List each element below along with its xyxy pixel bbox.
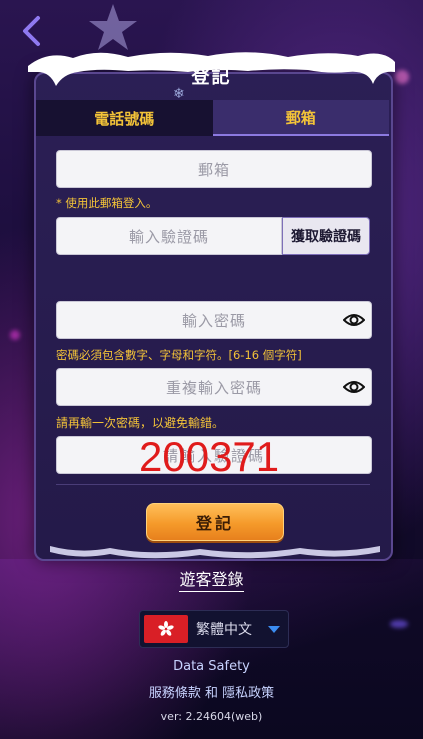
version-text: ver: 2.24604(web) bbox=[160, 710, 263, 723]
confirm-password-hint: 請再輸一次密碼，以避免輸錯。 bbox=[56, 416, 225, 430]
register-button[interactable]: 登記 bbox=[146, 503, 284, 541]
back-arrow-icon[interactable] bbox=[18, 14, 46, 48]
tab-phone[interactable]: 電話號碼 bbox=[36, 100, 213, 136]
email-input[interactable]: 郵箱 bbox=[56, 150, 372, 188]
page-title: 登記 bbox=[191, 67, 232, 88]
password-hint: 密碼必須包含數字、字母和字符。[6-16 個字符] bbox=[56, 348, 302, 362]
background-light bbox=[390, 620, 408, 628]
language-selector[interactable]: 繁體中文 bbox=[139, 610, 289, 648]
tab-email[interactable]: 郵箱 bbox=[212, 100, 389, 136]
background-light bbox=[395, 70, 409, 84]
data-safety-link[interactable]: Data Safety bbox=[0, 659, 423, 674]
background-light bbox=[10, 330, 20, 340]
verification-row: 輸入驗證碼 獲取驗證碼 bbox=[56, 217, 370, 255]
guest-login-label: 遊客登錄 bbox=[179, 570, 244, 592]
password-placeholder: 輸入密碼 bbox=[181, 311, 246, 330]
password-input[interactable]: 輸入密碼 bbox=[56, 301, 372, 339]
guest-login-link[interactable]: 遊客登錄 bbox=[0, 566, 423, 592]
language-label: 繁體中文 bbox=[196, 622, 252, 638]
star-decoration-icon bbox=[89, 4, 137, 50]
tab-bar: 電話號碼 郵箱 bbox=[36, 100, 389, 136]
divider bbox=[56, 484, 370, 485]
eye-icon[interactable] bbox=[343, 377, 365, 397]
captcha-input[interactable]: 請輸入驗證碼 200371 bbox=[56, 436, 372, 474]
captcha-image[interactable]: 200371 bbox=[139, 437, 279, 473]
caret-down-icon bbox=[268, 625, 280, 633]
get-code-button[interactable]: 獲取驗證碼 bbox=[282, 217, 370, 255]
email-hint: * 使用此郵箱登入。 bbox=[56, 196, 158, 210]
confirm-password-input[interactable]: 重複輸入密碼 bbox=[56, 368, 372, 406]
terms-privacy-link[interactable]: 服務條款 和 隱私政策 bbox=[0, 682, 423, 701]
confirm-password-placeholder: 重複輸入密碼 bbox=[165, 378, 262, 397]
eye-icon[interactable] bbox=[343, 310, 365, 330]
hong-kong-flag-icon bbox=[144, 615, 188, 643]
verification-code-input[interactable]: 輸入驗證碼 bbox=[56, 217, 282, 255]
